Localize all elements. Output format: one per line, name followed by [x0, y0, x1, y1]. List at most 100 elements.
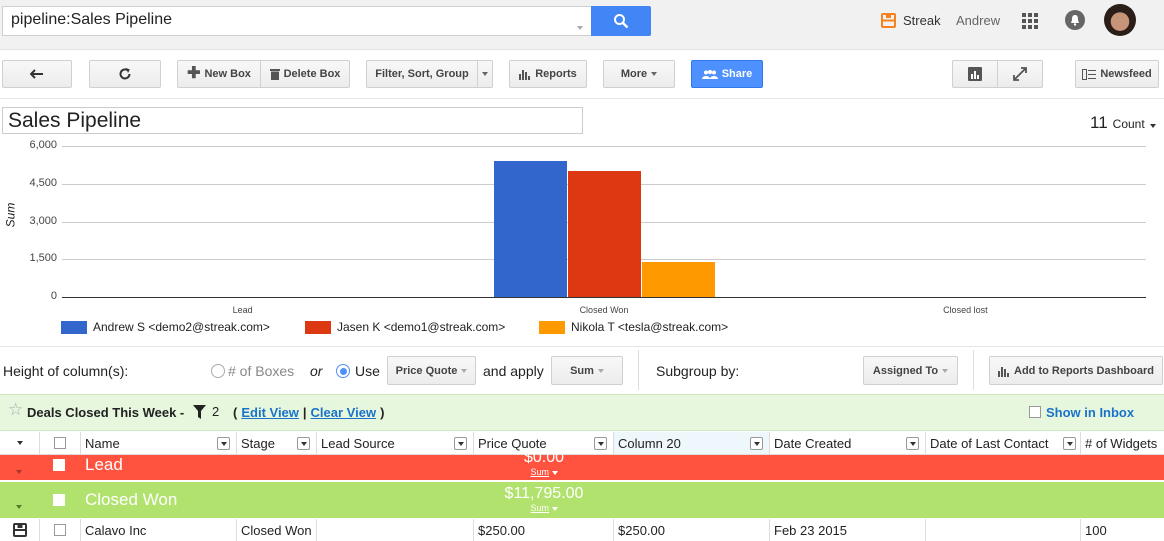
streak-logo-icon[interactable]	[881, 13, 896, 31]
chevron-down-icon	[482, 72, 488, 76]
search-input[interactable]: pipeline:Sales Pipeline	[2, 6, 592, 36]
cell-name[interactable]: Calavo Inc	[81, 519, 237, 541]
chevron-down-icon[interactable]	[16, 497, 22, 512]
row-checkbox[interactable]	[54, 524, 66, 536]
add-to-dashboard-button[interactable]: Add to Reports Dashboard	[989, 356, 1163, 385]
row-select-cell[interactable]	[40, 519, 81, 541]
column-header-last-contact[interactable]: Date of Last Contact	[926, 432, 1081, 454]
column-header-widgets[interactable]: # of Widgets	[1081, 432, 1164, 454]
group-total: $11,795.00	[504, 485, 584, 502]
group-name: Lead	[85, 455, 123, 474]
column-header-name[interactable]: Name	[81, 432, 237, 454]
cell-price-quote[interactable]: $250.00	[474, 519, 614, 541]
view-links: ( Edit View | Clear View )	[233, 405, 384, 420]
or-label: or	[310, 363, 323, 379]
column-header-column-20[interactable]: Column 20	[614, 432, 770, 454]
chart-toggle-button[interactable]	[952, 60, 998, 88]
reports-button[interactable]: Reports	[509, 60, 587, 88]
edit-view-link[interactable]: Edit View	[241, 405, 299, 420]
apps-grid-icon[interactable]	[1022, 13, 1038, 29]
boxes-option-label: # of Boxes	[228, 363, 295, 379]
chevron-down-icon	[942, 368, 949, 373]
back-button[interactable]	[2, 60, 72, 88]
subgroup-select[interactable]: Assigned To	[863, 356, 958, 385]
filter-dropdown-button[interactable]	[477, 60, 493, 88]
filter-icon[interactable]	[193, 405, 206, 422]
column-header-date-created[interactable]: Date Created	[770, 432, 926, 454]
column-menu-icon[interactable]	[906, 437, 919, 450]
clear-view-link[interactable]: Clear View	[311, 405, 377, 420]
group-checkbox[interactable]	[53, 459, 65, 474]
aggregate-label: Sum	[530, 467, 549, 477]
show-in-inbox-label[interactable]: Show in Inbox	[1046, 405, 1134, 420]
search-button[interactable]	[591, 6, 651, 36]
avatar[interactable]	[1104, 4, 1136, 36]
group-checkbox[interactable]	[53, 494, 65, 509]
new-box-button[interactable]: ✚ New Box	[177, 60, 261, 88]
group-row-lead[interactable]: Lead $0.00 Sum	[0, 449, 1164, 481]
show-in-inbox-checkbox[interactable]	[1029, 406, 1041, 421]
aggregate-select[interactable]: Sum	[551, 356, 623, 385]
group-aggregate-select[interactable]: Sum	[474, 503, 614, 513]
column-menu-icon[interactable]	[454, 437, 467, 450]
refresh-button[interactable]	[89, 60, 161, 88]
column-menu-icon[interactable]	[1063, 437, 1076, 450]
streak-menu[interactable]: Streak	[903, 13, 941, 28]
select-all-checkbox[interactable]	[54, 437, 66, 449]
star-icon[interactable]: ☆	[8, 401, 23, 418]
group-row-closed-won[interactable]: Closed Won $11,795.00 Sum	[0, 482, 1164, 519]
column-menu-icon[interactable]	[297, 437, 310, 450]
row-handle-cell[interactable]	[0, 519, 40, 541]
bar	[567, 171, 641, 297]
group-aggregate-select[interactable]: Sum	[474, 467, 614, 477]
notifications-bell-icon[interactable]	[1065, 10, 1085, 30]
legend-swatch	[61, 320, 87, 334]
view-name: Deals Closed This Week -	[27, 405, 185, 420]
filter-sort-group-button[interactable]: Filter, Sort, Group	[366, 60, 478, 88]
group-name: Closed Won	[85, 490, 178, 509]
column-header-label: Stage	[241, 435, 275, 451]
y-tick-label: 1,500	[29, 252, 57, 265]
search-dropdown-icon[interactable]	[577, 18, 583, 33]
cell-last-contact[interactable]	[926, 519, 1081, 541]
boxes-radio[interactable]	[211, 364, 225, 378]
expand-button[interactable]	[997, 60, 1043, 88]
chevron-down-icon[interactable]	[16, 462, 22, 477]
and-apply-label: and apply	[483, 363, 544, 379]
cell-stage[interactable]: Closed Won	[237, 519, 317, 541]
more-button[interactable]: More	[603, 60, 675, 88]
price-quote-select[interactable]: Price Quote	[387, 356, 476, 385]
newsfeed-label: Newsfeed	[1100, 68, 1152, 80]
cell-date-created[interactable]: Feb 23 2015	[770, 519, 926, 541]
collapse-all-cell[interactable]	[0, 432, 40, 454]
select-all-cell[interactable]	[40, 432, 81, 454]
new-box-label: New Box	[204, 68, 251, 80]
user-name[interactable]: Andrew	[956, 13, 1000, 28]
chevron-down-icon	[461, 368, 468, 373]
use-radio[interactable]	[336, 364, 350, 378]
x-tick-label: Lead	[232, 305, 253, 315]
column-menu-icon[interactable]	[750, 437, 763, 450]
y-tick-label: 4,500	[29, 176, 57, 189]
column-header-label: Lead Source	[321, 435, 395, 451]
column-header-label: Date Created	[774, 435, 852, 451]
delete-box-button[interactable]: Delete Box	[260, 60, 350, 88]
back-arrow-icon	[30, 69, 43, 79]
count-selector[interactable]: 11 Count	[1090, 113, 1156, 133]
subgroup-label: Subgroup by:	[656, 363, 740, 379]
reports-label: Reports	[535, 68, 577, 80]
column-header-lead-source[interactable]: Lead Source	[317, 432, 474, 454]
cell-column-20[interactable]: $250.00	[614, 519, 770, 541]
share-button[interactable]: Share	[691, 60, 763, 88]
column-menu-icon[interactable]	[217, 437, 230, 450]
y-axis-label: Sum	[3, 202, 18, 228]
newsfeed-button[interactable]: Newsfeed	[1075, 60, 1159, 88]
cell-lead-source[interactable]	[317, 519, 474, 541]
legend-label: Andrew S <demo2@streak.com>	[93, 320, 270, 334]
column-header-stage[interactable]: Stage	[237, 432, 317, 454]
table-row[interactable]: Calavo Inc Closed Won $250.00 $250.00 Fe…	[0, 519, 1164, 541]
pipeline-chart: 6,000 4,500 3,000 1,500 0 Sum Lead Closed Won Cl…	[0, 138, 1164, 343]
chevron-down-icon	[16, 441, 23, 445]
report-title-input[interactable]: Sales Pipeline	[2, 107, 583, 134]
cell-widgets[interactable]: 100	[1081, 519, 1164, 541]
